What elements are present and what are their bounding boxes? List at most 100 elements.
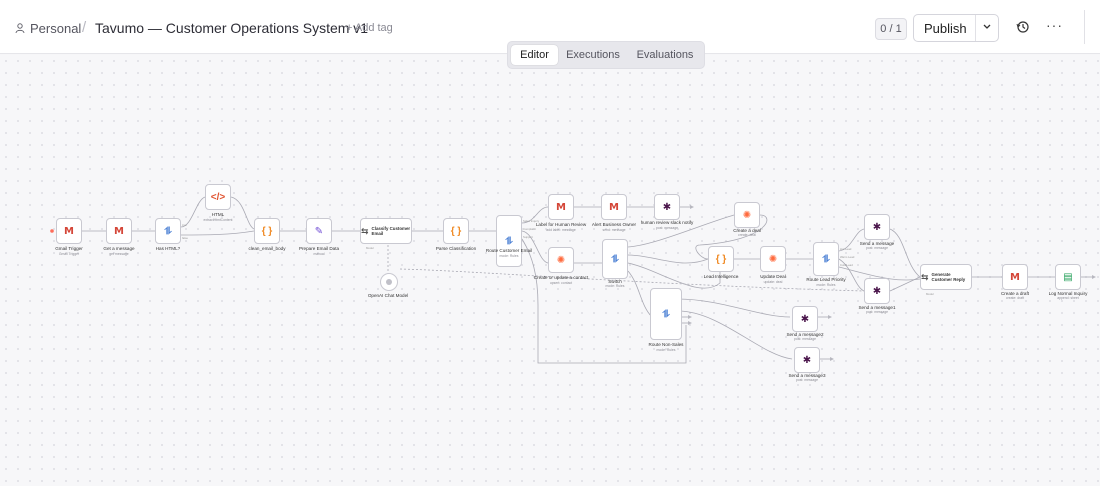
node-sublabel: extractHtmlContent [203, 218, 233, 222]
send-message1-node[interactable]: ✱ [864, 278, 890, 304]
hubspot-icon: ✺ [556, 254, 566, 266]
port-label: Complaint [523, 227, 536, 231]
node-label: Route Non-Sales [648, 342, 684, 347]
gmail-trigger-node[interactable]: M [56, 218, 82, 244]
hubspot-icon: ✺ [742, 209, 752, 221]
html-node[interactable]: </> [205, 184, 231, 210]
node-label: OpenAI Chat Model [367, 293, 409, 298]
label-human-review-node[interactable]: M [548, 194, 574, 220]
workflow-title[interactable]: Tavumo — Customer Operations System v1 [95, 20, 368, 36]
send-message-node[interactable]: ✱ [864, 214, 890, 240]
node-sublabel: append: sheet [1057, 296, 1079, 300]
node-label: Has HTML? [155, 246, 181, 251]
publish-button-group: Publish [913, 14, 999, 42]
route-customer-email-node[interactable]: ⥮ [496, 215, 522, 267]
router-icon: ⥮ [611, 253, 619, 265]
route-lead-priority-node[interactable]: ⥮ [813, 242, 839, 276]
edge [677, 298, 791, 318]
node-label: Generate Customer Reply [931, 272, 966, 282]
classifier-icon: ⇆ [361, 225, 369, 236]
parse-classification-node[interactable]: { } [443, 218, 469, 244]
port-label: Warm Lead [840, 255, 855, 259]
slack-icon: ✱ [800, 313, 810, 325]
port-label: Support [523, 235, 533, 239]
port-label: Cold Lead [840, 263, 853, 267]
node-label: human review slack notify [640, 220, 694, 225]
tab-evaluations[interactable]: Evaluations [628, 45, 702, 65]
classify-customer-email-node[interactable]: ⇆ Classify Customer Email [360, 218, 412, 244]
node-sublabel: get message [109, 252, 129, 256]
version-counter: 0 / 1 [875, 18, 907, 40]
generate-customer-reply-node[interactable]: ⇆ Generate Customer Reply [920, 264, 972, 290]
router-icon: ⥮ [822, 253, 830, 265]
tab-editor[interactable]: Editor [511, 45, 558, 65]
edge [180, 230, 255, 236]
port-label: Model [926, 292, 934, 296]
lead-intelligence-node[interactable]: { } [708, 246, 734, 272]
send-message3-node[interactable]: ✱ [794, 347, 820, 373]
publish-divider [975, 15, 976, 41]
add-tag-button[interactable]: + Add tag [346, 22, 393, 34]
route-non-sales-node[interactable]: ⥮ [650, 288, 682, 340]
node-label: Route Lead Priority [806, 277, 846, 282]
edge [889, 228, 921, 278]
header-divider [1084, 10, 1085, 44]
node-sublabel: create: deal [738, 233, 756, 237]
port-label: Sales Inquiry [523, 219, 540, 223]
openai-chat-model-node[interactable] [380, 273, 398, 291]
publish-button[interactable]: Publish [924, 21, 967, 36]
slack-icon: ✱ [872, 221, 882, 233]
get-message-node[interactable]: M [106, 218, 132, 244]
send-message2-node[interactable]: ✱ [792, 306, 818, 332]
code-braces-icon: { } [450, 225, 462, 237]
port-label: false [182, 236, 188, 240]
trigger-dot [50, 229, 54, 233]
more-options-button[interactable]: ··· [1046, 17, 1063, 33]
node-sublabel: post: message [795, 378, 819, 382]
code-braces-icon: { } [261, 225, 273, 237]
clean-email-body-node[interactable]: { } [254, 218, 280, 244]
node-sublabel: post: message [865, 310, 889, 314]
workspace-label: Personal [30, 21, 82, 36]
edge [627, 270, 653, 318]
node-label: HTML [211, 212, 225, 217]
code-braces-icon: { } [715, 253, 727, 265]
router-icon: ⥮ [505, 235, 513, 247]
gmail-icon: M [64, 225, 74, 237]
workflow-canvas[interactable]: M Gmail Trigger Gmail Trigger M Get a me… [0, 55, 1100, 486]
node-label: Classify Customer Email [371, 226, 411, 236]
node-sublabel: manual [313, 252, 325, 256]
gmail-icon: M [114, 225, 124, 237]
gmail-icon: M [609, 201, 619, 213]
alert-business-owner-node[interactable]: M [601, 194, 627, 220]
port-label: Hot Lead [840, 247, 852, 251]
port-label: Model [366, 246, 374, 250]
view-tabs: Editor Executions Evaluations [507, 41, 705, 69]
slack-icon: ✱ [662, 201, 672, 213]
node-label: Prepare Email Data [298, 246, 340, 251]
history-icon[interactable] [1013, 17, 1033, 37]
hubspot-icon: ✺ [768, 253, 778, 265]
gmail-icon: M [1010, 271, 1020, 283]
slack-icon: ✱ [802, 354, 812, 366]
node-sublabel: mode: Rules [656, 348, 676, 352]
log-normal-inquiry-node[interactable]: ▤ [1055, 264, 1081, 290]
create-draft-node[interactable]: M [1002, 264, 1028, 290]
prepare-email-data-node[interactable]: ✎ [306, 218, 332, 244]
breadcrumb-separator: / [82, 19, 87, 36]
create-update-contact-node[interactable]: ✺ [548, 247, 574, 273]
edge [627, 254, 709, 264]
switch-node[interactable]: ⥮ [602, 239, 628, 279]
create-deal-node[interactable]: ✺ [734, 202, 760, 228]
if-branch-icon: ⥮ [164, 225, 172, 237]
code-tag-icon: </> [210, 191, 226, 203]
router-icon: ⥮ [662, 308, 670, 320]
has-html-node[interactable]: ⥮ [155, 218, 181, 244]
slack-icon: ✱ [872, 285, 882, 297]
gmail-icon: M [556, 201, 566, 213]
update-deal-node[interactable]: ✺ [760, 246, 786, 272]
breadcrumb-workspace[interactable]: Personal [15, 21, 81, 36]
tab-executions[interactable]: Executions [560, 45, 626, 65]
human-review-slack-node[interactable]: ✱ [654, 194, 680, 220]
chevron-down-icon[interactable] [982, 20, 992, 37]
